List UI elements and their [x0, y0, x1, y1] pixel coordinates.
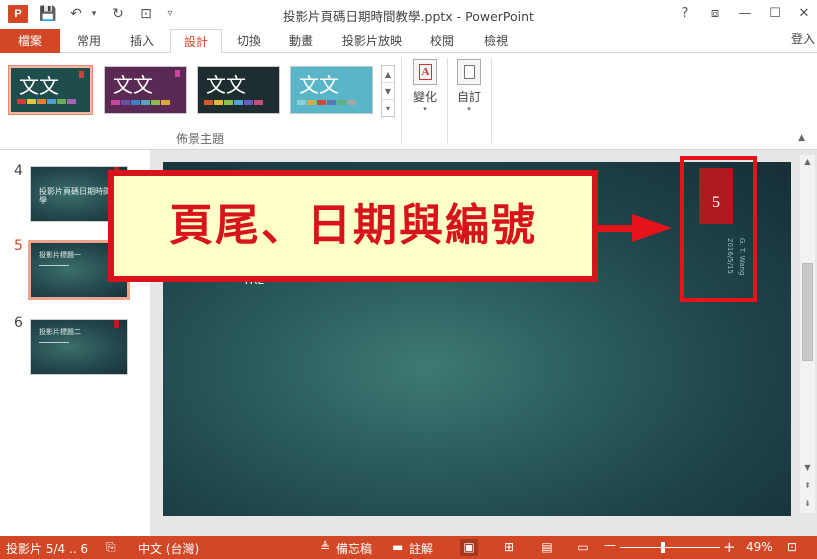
- previous-slide-button[interactable]: ⇞: [800, 479, 815, 493]
- customize-button[interactable]: 自訂 ▾: [451, 59, 487, 113]
- theme-thumb-4[interactable]: 文文: [290, 66, 373, 114]
- window-title: 投影片頁碼日期時間教學.pptx - PowerPoint: [283, 9, 534, 24]
- ribbon-separator: [401, 58, 402, 143]
- undo-dropdown-button[interactable]: ▾: [84, 5, 104, 23]
- gallery-scroll-up-button[interactable]: ▲: [382, 66, 394, 83]
- slide-thumbnail-6[interactable]: 投影片標題二: [30, 319, 128, 375]
- ribbon-display-options-button[interactable]: ⧈: [703, 4, 727, 24]
- theme-flag: [79, 71, 84, 78]
- collapse-ribbon-button[interactable]: ▲: [798, 133, 805, 143]
- help-button[interactable]: ?: [673, 4, 697, 24]
- scroll-down-button[interactable]: ▼: [800, 461, 815, 475]
- powerpoint-logo-icon: P: [8, 5, 28, 23]
- theme-swatches: [204, 100, 263, 105]
- theme-thumb-2[interactable]: 文文: [104, 66, 187, 114]
- tab-review[interactable]: 校閱: [418, 29, 466, 53]
- sign-in-link[interactable]: 登入: [791, 30, 815, 47]
- annotation-callout: 頁尾、日期與編號: [108, 170, 598, 282]
- zoom-in-button[interactable]: +: [723, 538, 736, 556]
- slide-sorter-view-button[interactable]: ⊞: [500, 539, 518, 556]
- ribbon-separator: [491, 58, 492, 143]
- spelling-check-icon[interactable]: ⎘: [106, 540, 116, 555]
- next-slide-button[interactable]: ⇟: [800, 497, 815, 511]
- undo-button[interactable]: ↶: [66, 5, 86, 23]
- variants-button[interactable]: A 變化 ▾: [407, 59, 443, 113]
- maximize-button[interactable]: ☐: [763, 4, 787, 24]
- close-button[interactable]: ✕: [792, 4, 816, 24]
- tab-home[interactable]: 常用: [64, 29, 114, 53]
- gallery-more-button[interactable]: ▾: [382, 100, 394, 117]
- theme-thumb-1[interactable]: 文文: [8, 65, 93, 115]
- fit-slide-icon[interactable]: ⊡: [787, 540, 797, 554]
- status-bar: 投影片 5/4 .. 6 ⎘ 中文 (台灣) ≜ 備忘稿 ▬ 註解 ▣ ⊞ ▤ …: [0, 536, 817, 559]
- slide-counter: 投影片 5/4 .. 6: [6, 542, 89, 556]
- zoom-out-button[interactable]: —: [604, 538, 616, 552]
- tab-animations[interactable]: 動畫: [278, 29, 324, 53]
- ribbon-separator: [447, 58, 448, 143]
- thumbnail-bullet-line: [39, 342, 69, 343]
- tab-design[interactable]: 設計: [170, 29, 222, 54]
- chevron-down-icon: ▾: [467, 105, 471, 113]
- present-from-start-button[interactable]: ⊡: [136, 5, 156, 23]
- callout-text: 頁尾、日期與編號: [169, 200, 537, 251]
- thumbnail-title: 投影片頁碼日期時間教學: [39, 187, 119, 205]
- theme-flag: [175, 70, 180, 77]
- tab-transitions[interactable]: 切換: [226, 29, 272, 53]
- theme-swatches: [111, 100, 170, 105]
- normal-view-button[interactable]: ▣: [460, 539, 478, 556]
- notes-button[interactable]: 備忘稿: [336, 540, 372, 557]
- chevron-down-icon: ▾: [423, 105, 427, 113]
- ribbon-tab-bar: 檔案 常用 插入 設計 切換 動畫 投影片放映 校閱 檢視: [0, 29, 817, 54]
- ribbon-design: 文文 文文 文文 文文 ▲ ▼ ▾ 佈景主題 A 變化 ▾ 自訂 ▾ ▲: [0, 53, 817, 150]
- group-label-themes: 佈景主題: [175, 132, 224, 146]
- language-indicator[interactable]: 中文 (台灣): [138, 540, 199, 557]
- thumbnail-bullet-line: [39, 265, 69, 266]
- reading-view-button[interactable]: ▤: [538, 539, 556, 556]
- tab-view[interactable]: 檢視: [472, 29, 520, 53]
- scroll-up-button[interactable]: ▲: [800, 155, 815, 169]
- notes-icon: ≜: [320, 540, 331, 554]
- theme-swatches: [17, 99, 76, 104]
- theme-thumb-3[interactable]: 文文: [197, 66, 280, 114]
- redo-button[interactable]: ↻: [108, 5, 128, 23]
- scroll-thumb[interactable]: [802, 263, 813, 361]
- zoom-slider-track[interactable]: [620, 547, 720, 548]
- slide-number-label: 5: [14, 238, 23, 254]
- theme-sample-text: 文文: [206, 73, 246, 97]
- theme-sample-text: 文文: [299, 73, 339, 97]
- customize-label: 自訂: [456, 90, 481, 104]
- tab-slideshow[interactable]: 投影片放映: [332, 29, 412, 53]
- tab-file[interactable]: 檔案: [0, 29, 60, 53]
- comments-button[interactable]: 註解: [409, 540, 433, 557]
- highlight-frame: [680, 156, 757, 302]
- zoom-slider-handle[interactable]: [661, 542, 665, 553]
- title-bar: P 💾 ↶ ▾ ↻ ⊡ ▿ 投影片頁碼日期時間教學.pptx - PowerPo…: [0, 0, 817, 29]
- customize-quick-access-button[interactable]: ▿: [160, 5, 180, 23]
- comment-icon: ▬: [392, 540, 404, 554]
- slide-number-label: 4: [14, 163, 23, 179]
- gallery-scroll-down-button[interactable]: ▼: [382, 83, 394, 100]
- thumbnail-title: 投影片標題二: [39, 328, 81, 336]
- save-button[interactable]: 💾: [38, 5, 58, 23]
- thumbnail-flag: [114, 320, 119, 328]
- theme-swatches: [297, 100, 356, 105]
- zoom-level[interactable]: 49%: [746, 540, 773, 554]
- theme-sample-text: 文文: [113, 73, 153, 97]
- vertical-scrollbar[interactable]: ▲ ▼ ⇞ ⇟: [800, 155, 815, 513]
- tab-insert[interactable]: 插入: [118, 29, 166, 53]
- theme-gallery-scroll: ▲ ▼ ▾: [381, 65, 395, 117]
- theme-sample-text: 文文: [19, 74, 59, 98]
- arrow-head-icon: [632, 214, 672, 242]
- variants-label: 變化: [412, 90, 437, 104]
- slideshow-view-button[interactable]: ▭: [574, 539, 592, 556]
- minimize-button[interactable]: —: [733, 4, 757, 24]
- variants-icon: A: [413, 59, 437, 85]
- slide-number-label: 6: [14, 315, 23, 331]
- customize-icon: [457, 59, 481, 85]
- thumbnail-title: 投影片標題一: [39, 251, 81, 259]
